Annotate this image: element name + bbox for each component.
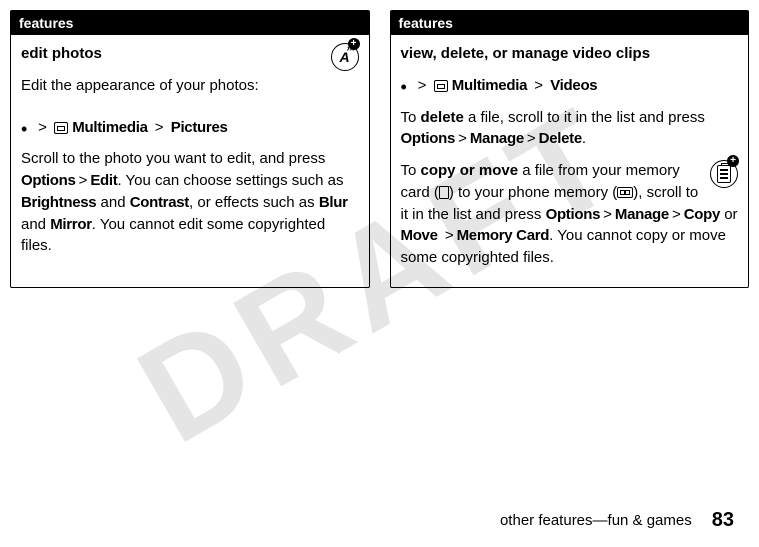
center-key-icon	[21, 123, 31, 133]
edit-photos-intro: Edit the appearance of your photos:	[21, 75, 323, 97]
left-column: features edit photos Edit the appearance…	[10, 10, 370, 288]
nav-path-videos: > Multimedia > Videos	[401, 75, 739, 97]
page-footer: other features—fun & games 83	[500, 509, 734, 532]
multimedia-icon	[434, 80, 448, 92]
memory-card-feature-icon: +	[710, 160, 738, 188]
nav-path-pictures: > Multimedia > Pictures	[21, 117, 359, 139]
accessibility-icon: + A›››	[331, 43, 359, 71]
memory-card-icon	[439, 186, 449, 199]
page-number: 83	[712, 509, 734, 532]
left-header: features	[11, 11, 369, 35]
right-header: features	[391, 11, 749, 35]
copy-move-paragraph: + To copy or move a file from your memor…	[401, 160, 739, 269]
edit-photos-title: edit photos	[21, 43, 323, 65]
delete-paragraph: To delete a file, scroll to it in the li…	[401, 107, 739, 151]
multimedia-icon	[54, 122, 68, 134]
edit-photos-body: Scroll to the photo you want to edit, an…	[21, 148, 359, 257]
footer-text: other features—fun & games	[500, 512, 692, 529]
phone-memory-icon	[617, 187, 633, 198]
center-key-icon	[401, 81, 411, 91]
video-clips-title: view, delete, or manage video clips	[401, 43, 739, 65]
right-column: features view, delete, or manage video c…	[390, 10, 750, 288]
